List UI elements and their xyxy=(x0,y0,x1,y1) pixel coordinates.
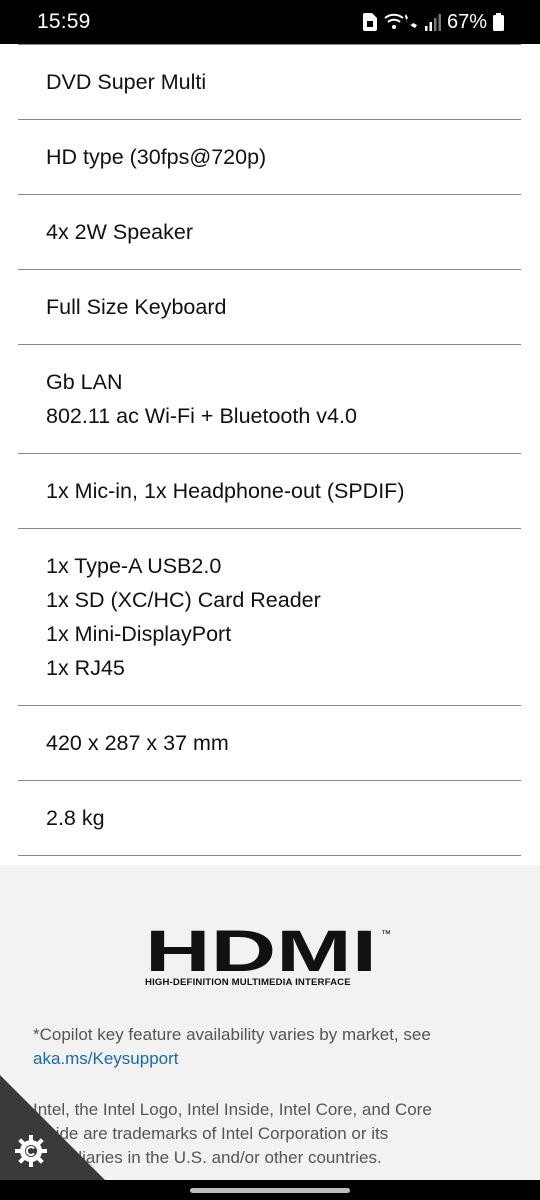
spec-line: 1x Mic-in, 1x Headphone-out (SPDIF) xyxy=(46,479,405,503)
spec-list: DVD Super Multi HD type (30fps@720p) 4x 2W… xyxy=(18,44,521,856)
spec-row: 1x Type-A USB2.0 1x SD (XC/HC) Card Reade… xyxy=(18,529,521,706)
battery-icon xyxy=(493,13,504,31)
spec-line: Full Size Keyboard xyxy=(46,295,227,319)
battery-percent: 67% xyxy=(446,10,487,33)
spec-row: 420 x 287 x 37 mm xyxy=(18,706,521,781)
signal-icon xyxy=(424,13,441,31)
spec-line: 802.11 ac Wi-Fi + Bluetooth v4.0 xyxy=(46,404,357,428)
spec-row: 1x Mic-in, 1x Headphone-out (SPDIF) xyxy=(18,454,521,529)
copilot-support-link[interactable]: aka.ms/Keysupport xyxy=(33,1049,179,1068)
spec-line: 2.8 kg xyxy=(46,806,105,830)
hdmi-tagline: HIGH-DEFINITION MULTIMEDIA INTERFACE xyxy=(145,977,351,988)
spec-line: 1x RJ45 xyxy=(46,656,125,680)
cookie-settings-corner[interactable] xyxy=(0,1075,110,1185)
spec-line: 1x Mini-DisplayPort xyxy=(46,622,232,646)
spec-row: DVD Super Multi xyxy=(18,45,521,120)
spec-line: DVD Super Multi xyxy=(46,70,207,94)
spec-row: HD type (30fps@720p) xyxy=(18,120,521,195)
spec-row: 2.8 kg xyxy=(18,781,521,856)
spec-line: 1x SD (XC/HC) Card Reader xyxy=(46,588,321,612)
spec-line: 420 x 287 x 37 mm xyxy=(46,731,229,755)
status-time: 15:59 xyxy=(37,10,91,33)
cookie-gear-icon[interactable] xyxy=(14,1134,48,1168)
hdmi-trademark: ™ xyxy=(381,929,391,940)
spec-row: Gb LAN 802.11 ac Wi-Fi + Bluetooth v4.0 xyxy=(18,345,521,454)
wifi-calling-icon xyxy=(383,12,419,32)
copilot-note-text: *Copilot key feature availability varies… xyxy=(33,1025,431,1044)
copilot-note: *Copilot key feature availability varies… xyxy=(33,1023,503,1071)
spec-row: Full Size Keyboard xyxy=(18,270,521,345)
spec-row: 4x 2W Speaker xyxy=(18,195,521,270)
spec-line: HD type (30fps@720p) xyxy=(46,145,267,169)
spec-line: 1x Type-A USB2.0 xyxy=(46,554,222,578)
spec-line: Gb LAN xyxy=(46,370,123,394)
spec-line: 4x 2W Speaker xyxy=(46,220,193,244)
status-icons: 67% xyxy=(362,10,504,34)
status-bar: 15:59 67% xyxy=(0,0,540,44)
navigation-bar xyxy=(0,1180,540,1200)
home-gesture-pill[interactable] xyxy=(190,1188,350,1193)
hdmi-logo-text: HDMI xyxy=(145,927,377,984)
sim-card-icon xyxy=(362,13,377,31)
